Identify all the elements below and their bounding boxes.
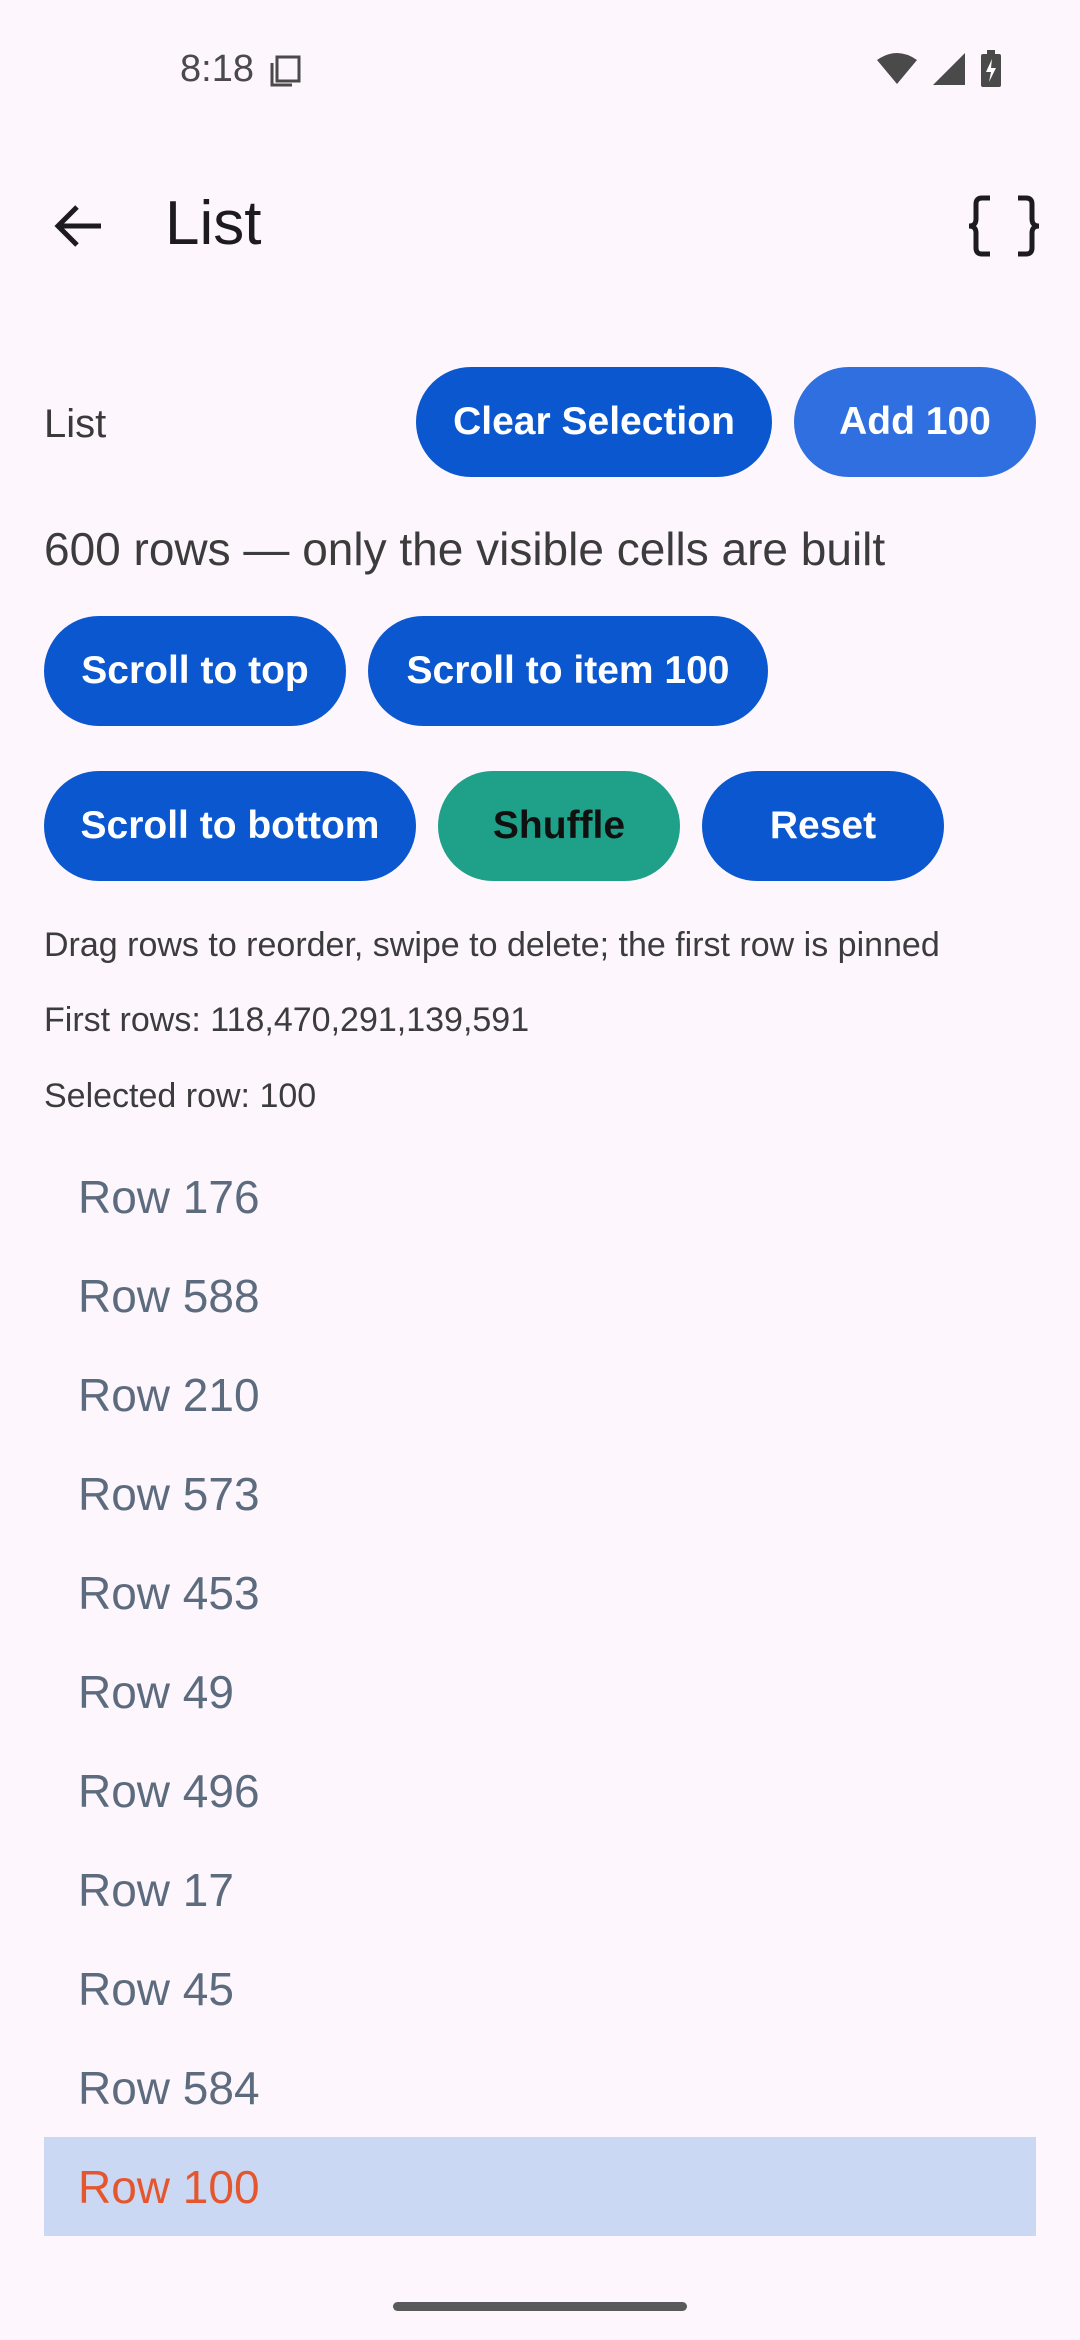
scroll-to-bottom-button[interactable]: Scroll to bottom	[44, 771, 416, 881]
first-rows-text: First rows: 118,470,291,139,591	[44, 1001, 530, 1039]
code-button[interactable]	[962, 188, 1046, 268]
cell-signal-icon	[932, 52, 966, 91]
status-icons	[876, 50, 1002, 93]
arrow-back-icon	[53, 203, 103, 254]
battery-charging-icon	[980, 50, 1002, 93]
curly-braces-icon	[966, 195, 1042, 262]
list-item[interactable]: Row 496	[44, 1741, 1036, 1840]
scroll-to-top-button[interactable]: Scroll to top	[44, 616, 346, 726]
list-item[interactable]: Row 49	[44, 1642, 1036, 1741]
wifi-icon	[876, 52, 918, 91]
selected-list-item[interactable]: Row 100	[44, 2137, 1036, 2236]
clear-selection-button[interactable]: Clear Selection	[416, 367, 772, 477]
home-indicator[interactable]	[393, 2302, 687, 2311]
status-time: 8:18	[180, 48, 254, 90]
reset-button[interactable]: Reset	[702, 771, 944, 881]
selected-row-text: Selected row: 100	[44, 1077, 317, 1115]
back-button[interactable]	[40, 190, 116, 266]
copy-notification-icon	[268, 54, 302, 88]
list-item[interactable]: Row 45	[44, 1939, 1036, 2038]
list-item[interactable]: Row 210	[44, 1345, 1036, 1444]
status-bar: 8:18	[0, 0, 1080, 140]
scroll-to-item-button[interactable]: Scroll to item 100	[368, 616, 768, 726]
list-item[interactable]: Row 176	[44, 1147, 1036, 1246]
list-item[interactable]: Row 453	[44, 1543, 1036, 1642]
list-item[interactable]: Row 584	[44, 2038, 1036, 2137]
rows-count-text: 600 rows — only the visible cells are bu…	[44, 523, 886, 575]
page-title: List	[165, 189, 262, 258]
section-label: List	[44, 402, 107, 446]
app-bar: List	[0, 170, 1080, 280]
add-100-button[interactable]: Add 100	[794, 367, 1036, 477]
list-item[interactable]: Row 573	[44, 1444, 1036, 1543]
drag-hint-text: Drag rows to reorder, swipe to delete; t…	[44, 926, 940, 964]
shuffle-button[interactable]: Shuffle	[438, 771, 680, 881]
list-item[interactable]: Row 588	[44, 1246, 1036, 1345]
list-item[interactable]: Row 17	[44, 1840, 1036, 1939]
